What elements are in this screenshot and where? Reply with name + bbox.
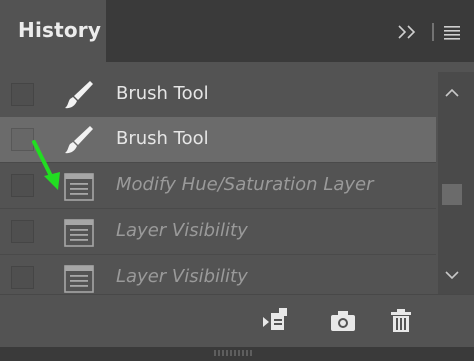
history-state-row[interactable]: Modify Hue/Saturation Layer: [0, 163, 436, 209]
document-icon: [64, 219, 94, 247]
history-state-label: Layer Visibility: [116, 220, 248, 241]
hamburger-menu-icon[interactable]: [432, 20, 464, 44]
snapshot-source-checkbox[interactable]: [11, 266, 34, 289]
brush-icon: [65, 81, 93, 109]
history-state-row-selected[interactable]: Brush Tool: [0, 117, 436, 163]
scrollbar-thumb[interactable]: [442, 184, 462, 205]
grip-dots: [214, 350, 254, 356]
history-footer-toolbar: [0, 294, 474, 348]
tab-history[interactable]: History: [0, 0, 106, 62]
snapshot-source-checkbox[interactable]: [11, 83, 34, 106]
new-document-from-state-icon[interactable]: [262, 307, 292, 335]
snapshot-source-checkbox[interactable]: [11, 220, 34, 243]
snapshot-source-checkbox[interactable]: [11, 174, 34, 197]
history-list: Brush Tool Brush Tool Modify Hue/Saturat…: [0, 72, 436, 294]
brush-icon: [65, 126, 93, 154]
panel-resize-grip[interactable]: [0, 347, 474, 361]
history-state-row[interactable]: Layer Visibility: [0, 255, 436, 294]
history-state-row[interactable]: Layer Visibility: [0, 209, 436, 255]
trash-icon[interactable]: [386, 307, 416, 335]
history-scrollbar[interactable]: [438, 72, 474, 294]
camera-icon[interactable]: [328, 307, 358, 335]
history-panel: History Brush Tool Brush Tool Modify Hue…: [0, 0, 474, 361]
history-state-label: Modify Hue/Saturation Layer: [116, 174, 374, 195]
history-state-label: Brush Tool: [116, 128, 209, 149]
panel-tab-bar: History: [0, 0, 474, 62]
history-state-label: Brush Tool: [116, 83, 209, 104]
chevron-up-icon[interactable]: [438, 80, 474, 106]
document-icon: [64, 173, 94, 201]
tab-history-label: History: [18, 18, 102, 42]
double-chevron-right-icon[interactable]: [396, 22, 420, 42]
history-state-row[interactable]: Brush Tool: [0, 72, 436, 118]
history-state-label: Layer Visibility: [116, 266, 248, 287]
document-icon: [64, 265, 94, 293]
snapshot-source-checkbox[interactable]: [11, 128, 34, 151]
chevron-down-icon[interactable]: [438, 262, 474, 288]
